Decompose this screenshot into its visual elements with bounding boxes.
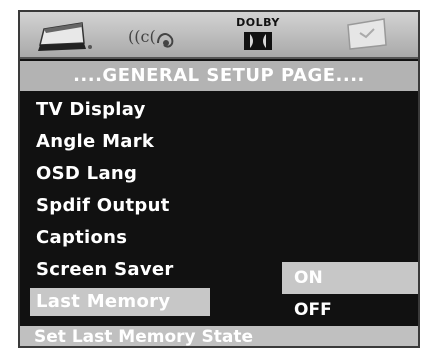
preference-screen-icon[interactable] (344, 15, 390, 55)
menu-item-angle-mark[interactable]: Angle Mark (30, 128, 154, 156)
menu-item-spdif-output[interactable]: Spdif Output (30, 192, 170, 220)
menu-item-osd-lang[interactable]: OSD Lang (30, 160, 137, 188)
setup-tab-bar: ((c( DOLBY (20, 12, 418, 59)
speaker-tv-icon[interactable] (34, 15, 94, 55)
menu-item-screen-saver[interactable]: Screen Saver (30, 256, 174, 284)
menu-item-last-memory[interactable]: Last Memory (30, 288, 210, 316)
setup-menu: TV Display Angle Mark OSD Lang Spdif Out… (20, 96, 418, 320)
osd-screen: ((c( DOLBY ....GENERAL SETUP PAGE.... TV… (18, 10, 420, 348)
option-on[interactable]: ON (282, 262, 418, 294)
menu-item-captions[interactable]: Captions (30, 224, 127, 252)
svg-text:((c(: ((c( (128, 27, 156, 46)
dolby-logo-icon[interactable]: DOLBY (230, 15, 286, 55)
audio-waves-icon[interactable]: ((c( (124, 15, 178, 55)
last-memory-submenu: ON OFF (282, 96, 418, 336)
status-bar: Set Last Memory State (20, 326, 418, 346)
menu-item-tv-display[interactable]: TV Display (30, 96, 146, 124)
page-title: ....GENERAL SETUP PAGE.... (20, 61, 418, 91)
option-off[interactable]: OFF (282, 294, 418, 326)
